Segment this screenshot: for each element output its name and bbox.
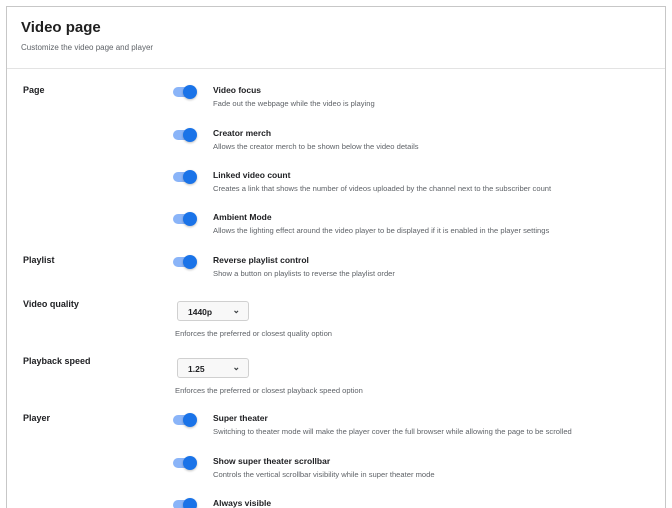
settings-panel: Video page Customize the video page and … bbox=[6, 6, 666, 508]
toggle-knob bbox=[183, 413, 197, 427]
section-label-page: Page bbox=[23, 85, 45, 95]
section-label-playlist: Playlist bbox=[23, 255, 55, 265]
super-theater-scrollbar-toggle[interactable] bbox=[173, 456, 197, 470]
option-description: Creates a link that shows the number of … bbox=[213, 184, 552, 193]
creator-merch-toggle[interactable] bbox=[173, 128, 197, 142]
select-description: Enforces the preferred or closest playba… bbox=[175, 386, 363, 395]
select-description: Enforces the preferred or closest qualit… bbox=[175, 329, 333, 338]
chevron-down-icon: ⌄ bbox=[232, 305, 240, 315]
reverse-playlist-toggle[interactable] bbox=[173, 255, 197, 269]
select-value: 1.25 bbox=[188, 364, 205, 374]
section-label-video-quality: Video quality bbox=[23, 299, 79, 309]
option-title: Video focus bbox=[213, 85, 262, 95]
playback-speed-select[interactable]: 1.25 ⌄ bbox=[177, 358, 249, 378]
toggle-knob bbox=[183, 170, 197, 184]
option-title: Super theater bbox=[213, 413, 268, 423]
video-focus-toggle[interactable] bbox=[173, 85, 197, 99]
select-value: 1440p bbox=[188, 307, 213, 317]
option-title: Reverse playlist control bbox=[213, 255, 309, 265]
option-description: Switching to theater mode will make the … bbox=[213, 427, 572, 436]
toggle-knob bbox=[183, 456, 197, 470]
option-description: Controls the vertical scrollbar visibili… bbox=[213, 470, 435, 479]
option-title: Ambient Mode bbox=[213, 212, 272, 222]
toggle-knob bbox=[183, 498, 197, 508]
option-title: Creator merch bbox=[213, 128, 272, 138]
option-title: Always visible bbox=[213, 498, 272, 508]
toggle-knob bbox=[183, 128, 197, 142]
super-theater-toggle[interactable] bbox=[173, 413, 197, 427]
section-label-player: Player bbox=[23, 413, 51, 423]
video-quality-select[interactable]: 1440p ⌄ bbox=[177, 301, 249, 321]
option-description: Allows the creator merch to be shown bel… bbox=[213, 142, 419, 151]
option-title: Linked video count bbox=[213, 170, 291, 180]
always-visible-toggle[interactable] bbox=[173, 498, 197, 508]
section-label-playback-speed: Playback speed bbox=[23, 356, 91, 366]
chevron-down-icon: ⌄ bbox=[232, 362, 240, 372]
option-title: Show super theater scrollbar bbox=[213, 456, 331, 466]
toggle-knob bbox=[183, 212, 197, 226]
option-description: Allows the lighting effect around the vi… bbox=[213, 226, 550, 235]
page-title: Video page bbox=[21, 19, 101, 36]
page-subtitle: Customize the video page and player bbox=[21, 43, 154, 52]
ambient-mode-toggle[interactable] bbox=[173, 212, 197, 226]
linked-video-count-toggle[interactable] bbox=[173, 170, 197, 184]
toggle-knob bbox=[183, 255, 197, 269]
option-description: Show a button on playlists to reverse th… bbox=[213, 269, 395, 278]
page-header: Video page Customize the video page and … bbox=[7, 7, 665, 69]
toggle-knob bbox=[183, 85, 197, 99]
option-description: Fade out the webpage while the video is … bbox=[213, 99, 375, 108]
